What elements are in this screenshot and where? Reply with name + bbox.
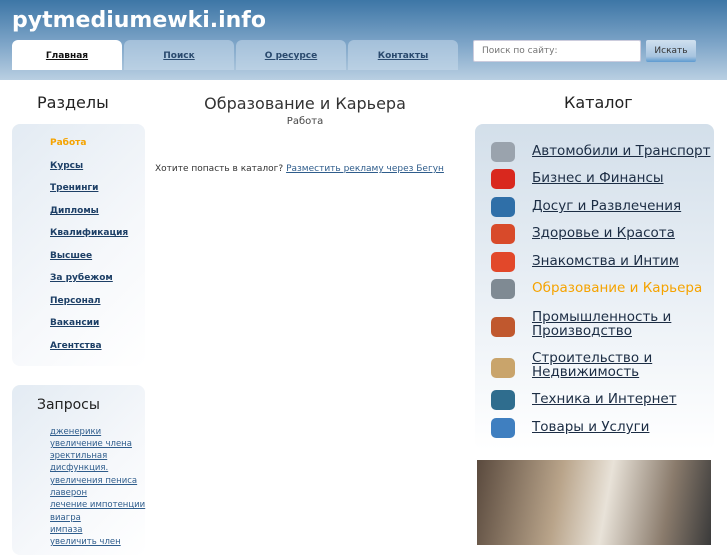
tab-contacts[interactable]: Контакты	[348, 40, 458, 70]
page-subtitle: Работа	[286, 116, 324, 127]
catalog-item[interactable]: Автомобили и Транспорт	[532, 144, 712, 158]
query-link[interactable]: увеличить член	[50, 537, 121, 547]
query-link[interactable]: увеличение члена	[50, 439, 132, 449]
sections-heading: Разделы	[37, 93, 109, 112]
query-link[interactable]: импаза	[50, 525, 82, 535]
query-link[interactable]: лаверон	[50, 488, 87, 498]
section-link[interactable]: За рубежом	[50, 273, 113, 283]
advertise-link[interactable]: Разместить рекламу через Бегун	[286, 164, 444, 174]
catalog-item[interactable]: Знакомства и Интим	[532, 254, 712, 268]
pie-chart-icon	[491, 169, 515, 189]
queries-heading: Запросы	[37, 397, 100, 413]
section-link[interactable]: Тренинги	[50, 183, 98, 193]
catalog-item[interactable]: Промышленность и Производство	[532, 310, 672, 338]
briefcase-icon	[491, 279, 515, 299]
cosmetics-icon	[491, 224, 515, 244]
query-link[interactable]: виагра	[50, 513, 81, 523]
shopping-bag-icon	[491, 418, 515, 438]
section-link[interactable]: Агентства	[50, 341, 102, 351]
section-link[interactable]: Вакансии	[50, 318, 99, 328]
sections-nav: Работа Курсы Тренинги Дипломы Квалификац…	[12, 124, 145, 366]
catalog-item[interactable]: Товары и Услуги	[532, 420, 712, 434]
search-button[interactable]: Искать	[646, 40, 696, 62]
site-logo[interactable]: pytmediumewki.info	[12, 8, 266, 33]
query-link[interactable]: дженерики	[50, 427, 101, 437]
catalog-prompt: Хотите попасть в каталог? Разместить рек…	[155, 164, 444, 174]
section-link[interactable]: Дипломы	[50, 206, 99, 216]
section-link[interactable]: Высшее	[50, 251, 92, 261]
catalog-item[interactable]: Бизнес и Финансы	[532, 171, 712, 185]
section-link[interactable]: Работа	[50, 138, 86, 148]
catalog-item[interactable]: Здоровье и Красота	[532, 226, 712, 240]
search-input[interactable]	[473, 40, 641, 62]
tab-search[interactable]: Поиск	[124, 40, 234, 70]
query-link[interactable]: увеличения пениса	[50, 476, 137, 486]
car-icon	[491, 142, 515, 162]
query-link[interactable]: лечение импотенции	[50, 500, 145, 510]
monitor-icon	[491, 390, 515, 410]
construction-icon	[491, 358, 515, 378]
catalog-item[interactable]: Техника и Интернет	[532, 392, 712, 406]
query-link[interactable]: эректильная	[50, 451, 107, 461]
section-link[interactable]: Персонал	[50, 296, 100, 306]
heart-icon	[491, 252, 515, 272]
section-link[interactable]: Курсы	[50, 161, 83, 171]
tab-home[interactable]: Главная	[12, 40, 122, 70]
catalog-item[interactable]: Досуг и Развлечения	[532, 199, 712, 213]
catalog-item[interactable]: Строительство и Недвижимость	[532, 351, 672, 379]
header: pytmediumewki.info Главная Поиск О ресур…	[0, 0, 727, 80]
query-link[interactable]: дисфункция.	[50, 463, 108, 473]
queries-box: Запросы дженерики увеличение члена эрект…	[12, 385, 145, 555]
business-photo	[477, 460, 711, 545]
catalog-heading: Каталог	[564, 93, 633, 112]
prompt-text: Хотите попасть в каталог?	[155, 164, 284, 174]
bowling-icon	[491, 197, 515, 217]
tab-about[interactable]: О ресурсе	[236, 40, 346, 70]
page-title: Образование и Карьера	[204, 94, 406, 113]
catalog-item[interactable]: Образование и Карьера	[532, 281, 712, 295]
factory-icon	[491, 317, 515, 337]
section-link[interactable]: Квалификация	[50, 228, 128, 238]
